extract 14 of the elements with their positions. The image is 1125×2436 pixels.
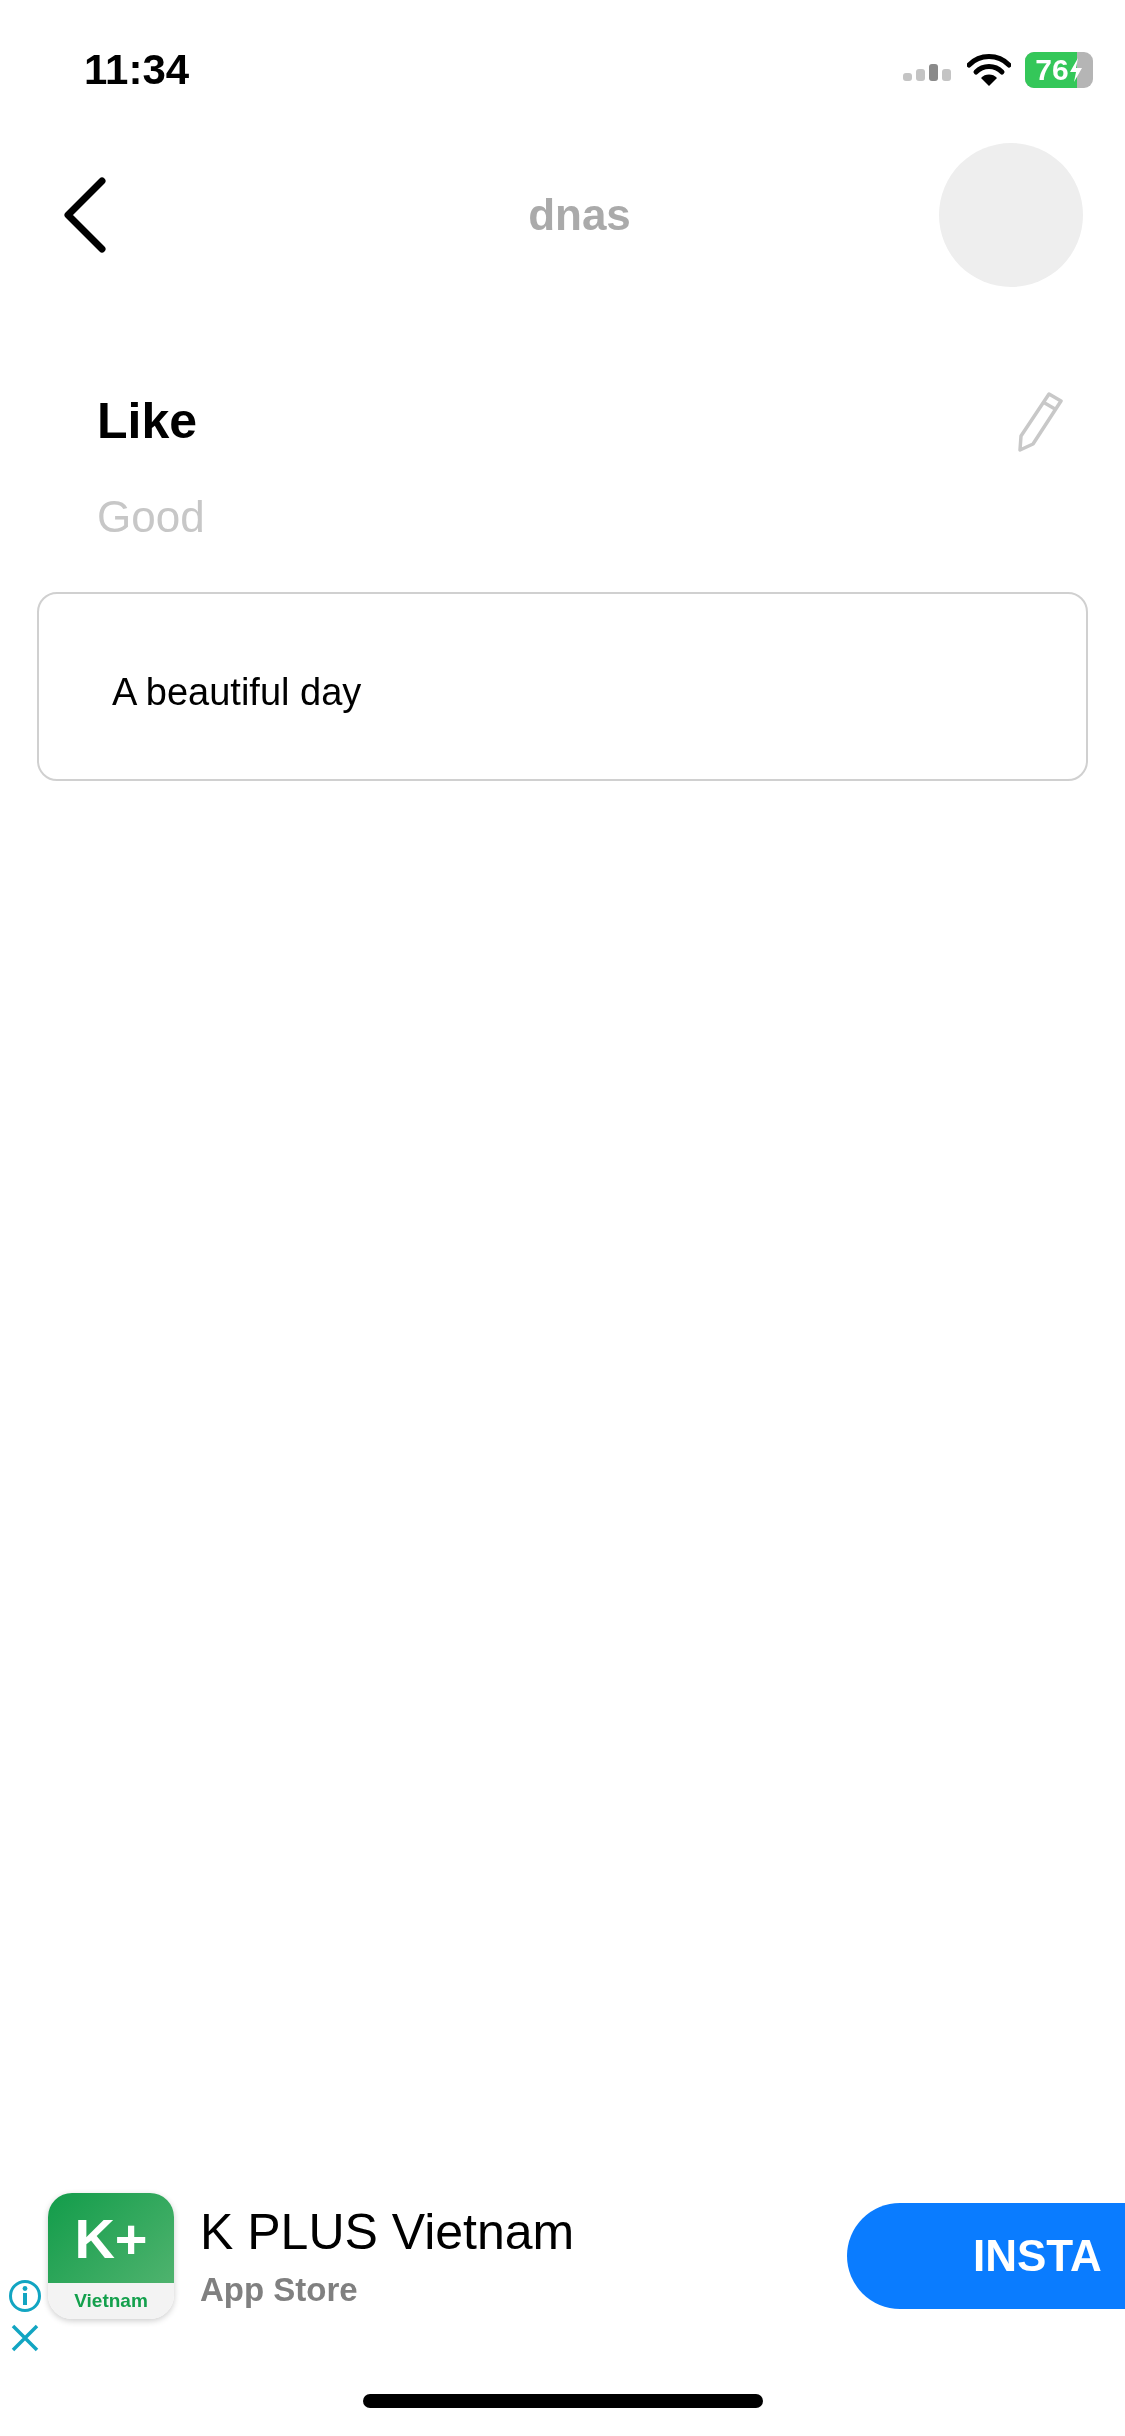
pencil-icon[interactable] [1015, 390, 1065, 452]
header-title: dnas [528, 190, 631, 240]
app-icon-label: Vietnam [48, 2283, 174, 2319]
app-logo: K+ [74, 2205, 148, 2271]
status-time: 11:34 [84, 46, 190, 94]
ad-title: K PLUS Vietnam [200, 2203, 576, 2261]
info-icon[interactable] [8, 2279, 42, 2313]
battery-level: 76 [1035, 53, 1083, 87]
ad-source: App Store [200, 2271, 359, 2309]
note-field[interactable]: A beautiful day [37, 592, 1088, 781]
wifi-icon [967, 53, 1011, 87]
entry-title: Like [97, 392, 198, 450]
install-button[interactable]: INSTA [847, 2203, 1125, 2309]
entry-subtitle: Good [97, 492, 206, 542]
